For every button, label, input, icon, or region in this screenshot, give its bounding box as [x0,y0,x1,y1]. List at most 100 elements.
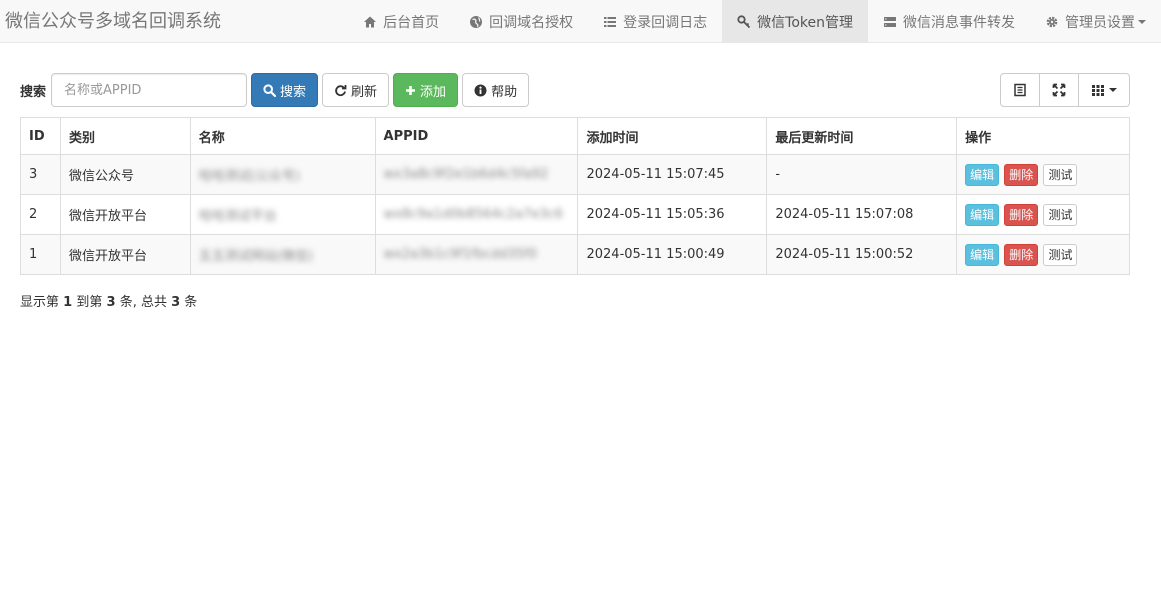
refresh-button[interactable]: 刷新 [322,73,390,107]
help-button-label: 帮助 [491,84,518,100]
cell-id: 3 [20,154,61,195]
toggle-view-button[interactable] [1000,73,1040,107]
cell-category: 微信开放平台 [59,234,191,275]
cell-updated: 2024-05-11 15:07:08 [766,194,958,235]
search-label: 搜索 [20,84,47,100]
search-button-label: 搜索 [280,84,307,100]
pagination-text: 条, 总共 [119,295,167,310]
col-header-id[interactable]: ID [20,117,61,155]
nav-item-admin-settings[interactable]: 管理员设置 [1030,0,1161,43]
token-table: ID 类别 名称 APPID 添加时间 最后更新时间 操作 3 微信公众号 哈哈… [20,117,1130,275]
nav-label: 微信消息事件转发 [903,14,1015,31]
cell-actions: 编辑 删除 测试 [956,194,1130,235]
col-header-appid[interactable]: APPID [374,117,579,155]
cell-id: 1 [20,234,61,275]
cell-actions: 编辑 删除 测试 [956,234,1130,275]
nav-item-domain-auth[interactable]: 回调域名授权 [454,0,588,43]
info-icon [474,84,487,96]
table-row: 2 微信开放平台 哈哈测试平台 wx8c9a1d0b8564c2a7e3c6 2… [20,194,1130,235]
cell-category: 微信公众号 [59,154,191,195]
test-button[interactable]: 测试 [1043,163,1078,186]
home-icon [364,16,377,27]
refresh-icon [335,84,347,96]
refresh-button-label: 刷新 [351,84,378,100]
test-button[interactable]: 测试 [1043,203,1078,226]
nav-item-token-manage[interactable]: 微信Token管理 [722,0,868,43]
main-nav: 后台首页 回调域名授权 登录回调日志 微信Token管理 微信消息事件转发 管理… [348,0,1161,43]
server-icon [884,16,896,27]
test-button[interactable]: 测试 [1043,243,1078,266]
delete-button[interactable]: 删除 [1004,203,1039,226]
top-navbar: 微信公众号多域名回调系统 后台首页 回调域名授权 登录回调日志 微信Token管… [0,0,1161,43]
search-button[interactable]: 搜索 [251,73,319,107]
pagination-total: 3 [171,295,181,310]
search-input[interactable] [51,73,248,107]
col-header-actions: 操作 [956,117,1130,155]
delete-button[interactable]: 删除 [1004,243,1039,266]
cell-updated: 2024-05-11 15:00:52 [766,234,958,275]
pagination-text: 显示第 [20,295,60,310]
pagination-text: 到第 [76,295,103,310]
pagination-start: 1 [63,295,73,310]
cell-category: 微信开放平台 [59,194,191,235]
columns-button[interactable] [1079,73,1130,107]
nav-item-home[interactable]: 后台首页 [348,0,454,43]
col-header-category[interactable]: 类别 [59,117,191,155]
nav-label: 回调域名授权 [489,14,574,31]
help-button[interactable]: 帮助 [462,73,530,107]
table-row: 1 微信开放平台 五五测试网站(微信) wx2a3b1c9f1fbcdd35f0… [20,234,1130,275]
nav-item-login-log[interactable]: 登录回调日志 [588,0,722,43]
search-toolbar: 搜索 搜索 刷新 添加 帮助 [20,73,530,107]
cell-name: 五五测试网站(微信) [189,234,376,275]
fullscreen-button[interactable] [1040,73,1079,107]
cell-name-text: 哈哈测试(公众号) [198,169,300,184]
nav-label: 管理员设置 [1065,14,1135,31]
edit-button[interactable]: 编辑 [965,163,1000,186]
pagination-end: 3 [106,295,116,310]
cell-name-text: 哈哈测试平台 [198,209,277,224]
cell-added: 2024-05-11 15:07:45 [577,154,768,195]
nav-label: 微信Token管理 [757,14,853,31]
gear-icon [1046,16,1058,27]
cell-actions: 编辑 删除 测试 [956,154,1130,195]
cell-appid-text: wx8c9a1d0b8564c2a7e3c6 [383,207,563,222]
col-header-added[interactable]: 添加时间 [577,117,768,155]
col-header-name[interactable]: 名称 [189,117,376,155]
col-header-updated[interactable]: 最后更新时间 [766,117,958,155]
columns-icon [1092,85,1104,96]
cell-appid: wx8c9a1d0b8564c2a7e3c6 [374,194,579,235]
plus-icon [406,85,416,95]
list-icon [604,16,617,27]
fullscreen-icon [1052,83,1066,97]
cell-appid-text: wx3a8c9f2e1b6d4c5fa92 [383,167,549,182]
edit-button[interactable]: 编辑 [965,243,1000,266]
cell-added: 2024-05-11 15:05:36 [577,194,768,235]
cell-appid: wx3a8c9f2e1b6d4c5fa92 [374,154,579,195]
nav-item-msg-forward[interactable]: 微信消息事件转发 [868,0,1030,43]
cell-appid-text: wx2a3b1c9f1fbcdd35f0 [383,247,538,262]
cell-name: 哈哈测试平台 [189,194,376,235]
globe-icon [470,15,483,28]
cell-name-text: 五五测试网站(微信) [198,249,313,264]
wrench-icon [737,14,751,28]
nav-label: 后台首页 [383,14,440,31]
cell-updated: - [766,154,958,195]
table-row: 3 微信公众号 哈哈测试(公众号) wx3a8c9f2e1b6d4c5fa92 … [20,154,1130,195]
edit-button[interactable]: 编辑 [965,203,1000,226]
nav-label: 登录回调日志 [623,14,708,31]
cell-name: 哈哈测试(公众号) [189,154,376,195]
chevron-down-icon [1138,19,1146,24]
toggle-view-icon [1014,83,1026,97]
add-button[interactable]: 添加 [393,73,459,107]
brand-title[interactable]: 微信公众号多域名回调系统 [5,7,221,33]
cell-id: 2 [20,194,61,235]
delete-button[interactable]: 删除 [1004,163,1039,186]
cell-added: 2024-05-11 15:00:49 [577,234,768,275]
search-icon [263,83,277,97]
chevron-down-icon [1109,88,1117,92]
table-tools [1000,73,1130,107]
cell-appid: wx2a3b1c9f1fbcdd35f0 [374,234,579,275]
table-header-row: ID 类别 名称 APPID 添加时间 最后更新时间 操作 [20,117,1130,155]
add-button-label: 添加 [420,84,447,100]
pagination-text: 条 [184,295,198,310]
